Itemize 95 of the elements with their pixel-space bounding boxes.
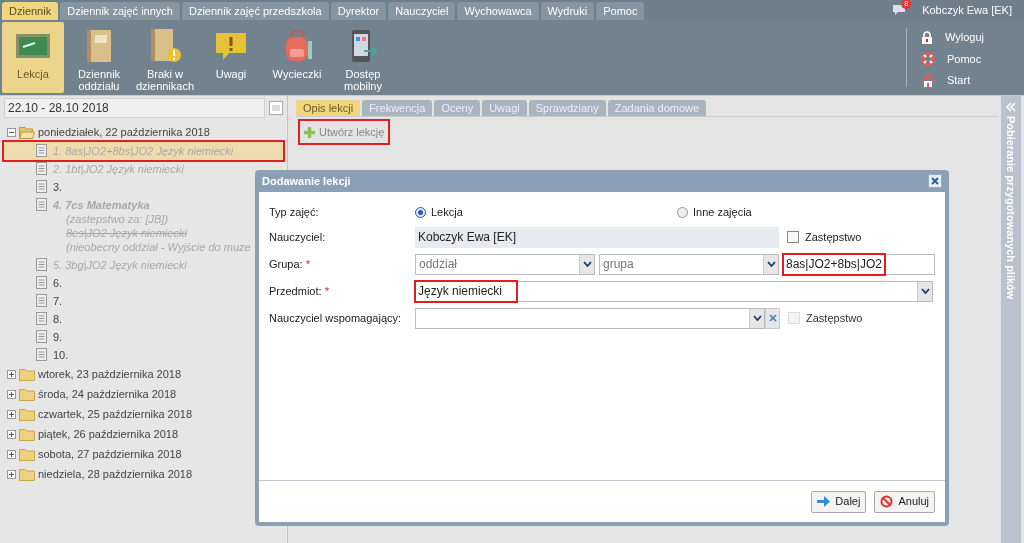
open-folder-icon bbox=[19, 125, 35, 139]
dialog-title: Dodawanie lekcji bbox=[262, 173, 351, 189]
document-icon bbox=[36, 144, 47, 157]
close-button[interactable] bbox=[928, 174, 942, 188]
field-label: Nauczyciel: bbox=[269, 229, 327, 245]
day-item[interactable]: wtorek, 23 października 2018 bbox=[38, 365, 182, 383]
radio-label[interactable]: Lekcja bbox=[431, 204, 463, 221]
menu-tab[interactable]: Pomoc bbox=[596, 2, 645, 20]
menu-tab[interactable]: Dyrektor bbox=[330, 2, 387, 20]
day-item[interactable]: czwartek, 25 października 2018 bbox=[38, 405, 193, 423]
lifebuoy-icon bbox=[920, 51, 935, 66]
clear-icon bbox=[768, 314, 777, 322]
header-link[interactable]: Pomoc bbox=[946, 50, 982, 67]
field-label: Grupa: * bbox=[269, 256, 311, 272]
clear-button[interactable] bbox=[765, 307, 780, 329]
chalkboard-icon bbox=[15, 31, 51, 61]
class-dropdown[interactable]: oddział bbox=[415, 253, 595, 275]
arrow-right-icon bbox=[817, 496, 831, 507]
next-button[interactable]: Dalej bbox=[811, 490, 867, 513]
teacher-field: Kobczyk Ewa [EK] bbox=[415, 226, 779, 248]
lesson-item[interactable]: 9. bbox=[36, 328, 65, 346]
book-warning-icon bbox=[148, 28, 182, 64]
document-icon bbox=[36, 198, 47, 211]
day-item[interactable]: piątek, 26 października 2018 bbox=[38, 425, 179, 443]
book-icon bbox=[84, 29, 114, 63]
document-icon bbox=[36, 276, 47, 289]
close-icon bbox=[931, 177, 939, 185]
folder-icon bbox=[19, 447, 35, 461]
document-icon bbox=[36, 294, 47, 307]
document-icon bbox=[36, 258, 47, 271]
day-item[interactable]: niedziela, 28 października 2018 bbox=[38, 465, 193, 483]
day-item[interactable]: środa, 24 października 2018 bbox=[38, 385, 177, 403]
document-icon bbox=[36, 312, 47, 325]
field-label: Typ zajęć: bbox=[269, 205, 320, 220]
create-lesson-button[interactable]: Utwórz lekcję bbox=[300, 121, 389, 143]
lesson-item[interactable]: 7. bbox=[36, 292, 65, 310]
padlock-icon bbox=[920, 30, 933, 44]
menu-tab[interactable]: Dziennik bbox=[2, 2, 59, 20]
user-name[interactable]: Kobczyk Ewa [EK] bbox=[922, 1, 1012, 19]
menu-tab[interactable]: Wychowawca bbox=[457, 2, 539, 20]
folder-icon bbox=[19, 427, 35, 441]
menu-tab[interactable]: Dziennik zajęć innych bbox=[60, 2, 180, 20]
double-chevron-icon bbox=[1006, 102, 1016, 112]
document-icon bbox=[36, 348, 47, 361]
field-label: Nauczyciel wspomagający: bbox=[269, 310, 403, 326]
lesson-item[interactable]: 3. bbox=[36, 178, 65, 196]
plus-icon bbox=[304, 126, 315, 138]
collapse-icon[interactable] bbox=[7, 127, 16, 137]
folder-icon bbox=[19, 367, 35, 381]
radio-button[interactable] bbox=[415, 206, 426, 218]
document-icon bbox=[36, 180, 47, 193]
expand-icon[interactable] bbox=[7, 389, 16, 399]
group-dropdown[interactable]: grupa bbox=[599, 253, 779, 275]
document-icon bbox=[36, 162, 47, 175]
ribbon-button[interactable]: Braki w dziennikach bbox=[134, 22, 196, 93]
caret-icon bbox=[582, 261, 592, 267]
day-item[interactable]: sobota, 27 października 2018 bbox=[38, 445, 182, 463]
menu-tab[interactable]: Nauczyciel bbox=[388, 2, 456, 20]
expand-icon[interactable] bbox=[7, 409, 16, 419]
cancel-icon bbox=[880, 495, 894, 508]
lesson-item[interactable]: 6. bbox=[36, 274, 65, 292]
expand-icon[interactable] bbox=[7, 429, 16, 439]
folder-icon bbox=[19, 407, 35, 421]
lesson-item[interactable]: 8. bbox=[36, 310, 65, 328]
document-icon bbox=[36, 330, 47, 343]
ribbon-button[interactable]: Dostęp mobilny bbox=[332, 22, 394, 93]
ribbon-button[interactable]: Lekcja bbox=[2, 22, 64, 93]
header-link[interactable]: Wyloguj bbox=[944, 29, 984, 46]
cancel-button[interactable]: Anuluj bbox=[874, 490, 935, 513]
ribbon-button[interactable]: Uwagi bbox=[200, 22, 262, 93]
expand-icon[interactable] bbox=[7, 449, 16, 459]
header-link[interactable]: Start bbox=[946, 72, 971, 89]
expand-icon[interactable] bbox=[7, 369, 16, 379]
radio-label[interactable]: Inne zajęcia bbox=[693, 204, 752, 221]
substitute-checkbox[interactable]: Zastępstwo bbox=[787, 228, 862, 246]
content-tab[interactable]: Opis lekcji bbox=[296, 100, 361, 116]
ribbon-button[interactable]: Dziennik oddziału bbox=[68, 22, 130, 93]
caret-icon bbox=[766, 261, 776, 267]
day-item[interactable]: poniedziałek, 22 października 2018 bbox=[38, 123, 210, 141]
expand-icon[interactable] bbox=[7, 469, 16, 479]
menu-tab[interactable]: Wydruki bbox=[540, 2, 595, 20]
ribbon-button[interactable]: Wycieczki bbox=[266, 22, 328, 93]
menu-tab[interactable]: Dziennik zajęć przedszkola bbox=[181, 2, 329, 20]
exclamation-note-icon bbox=[215, 30, 247, 62]
caret-icon bbox=[920, 288, 930, 294]
home-icon bbox=[920, 73, 935, 87]
lesson-item[interactable]: 10. bbox=[36, 346, 71, 364]
group-field[interactable]: 8as|JO2+8bs|JO2 bbox=[783, 253, 935, 275]
week-field[interactable]: 22.10 - 28.10 2018 bbox=[4, 98, 265, 118]
radio-button[interactable] bbox=[677, 206, 688, 218]
field-label: Przedmiot: * bbox=[269, 283, 330, 299]
caret-icon bbox=[752, 315, 762, 321]
subject-dropdown[interactable]: Język niemiecki bbox=[415, 280, 933, 302]
folder-icon bbox=[19, 387, 35, 401]
folder-icon bbox=[19, 467, 35, 481]
